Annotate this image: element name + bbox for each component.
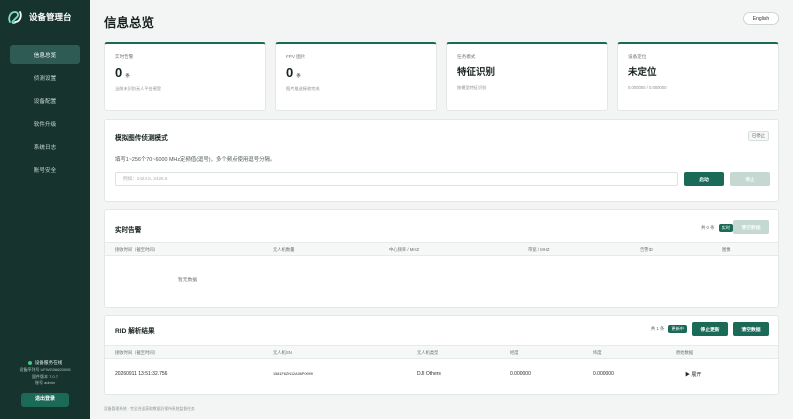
cell-latitude: 0.000000 — [593, 371, 614, 377]
cell-sn: 1581F6ZN12A06P0999 — [273, 372, 313, 376]
brand-logo-icon — [8, 11, 22, 24]
sidebar-item-overview[interactable]: 信息总览 — [10, 45, 80, 64]
column-header: 中心频率 / MHZ — [389, 247, 420, 252]
sidebar-item-system-log[interactable]: 系统日志 — [10, 137, 80, 156]
frequency-hint: 填写1~256个70~6000 MHz定频值(逗号)，多个频点使用逗号分隔。 — [115, 157, 276, 163]
column-header: 接收时间（截至时间） — [115, 247, 158, 252]
clear-rid-button[interactable]: 清空数据 — [733, 322, 769, 336]
service-status: 设备服务在线 — [0, 359, 90, 366]
alerts-card: 实时告警 共 0 条 实时 清空数据 接收时间（截至时间） 无人机数量 中心频率… — [104, 209, 779, 308]
stat-label: 任务模式 — [457, 54, 476, 59]
live-badge: 实时 — [718, 224, 733, 232]
status-badge: 已停止 — [747, 131, 769, 141]
sidebar-nav: 信息总览 侦测设置 设备配置 软件升级 系统日志 账号安全 — [0, 45, 90, 179]
column-header: 图像 — [722, 247, 731, 252]
expand-raw-toggle[interactable]: ▶ 展开 — [685, 371, 701, 378]
sidebar: 设备管理台 信息总览 侦测设置 设备配置 软件升级 系统日志 账号安全 设备服务… — [0, 0, 90, 419]
rid-table-header: 接收时间（截至时间） 无人机SN 无人机类型 经度 纬度 原始数据 — [105, 345, 778, 359]
stat-value: 特征识别 — [457, 67, 496, 78]
stat-subtext: 0.000000 / 0.000000 — [628, 84, 667, 90]
column-header: 原始数据 — [676, 350, 694, 355]
sidebar-item-device-config[interactable]: 设备配置 — [10, 91, 80, 110]
column-header: 纬度 — [593, 350, 602, 355]
alerts-table-header: 接收时间（截至时间） 无人机数量 中心频率 / MHZ 带宽 / MHZ 告警I… — [105, 242, 778, 256]
stat-label: 设备定位 — [628, 54, 647, 59]
cell-time: 20260911 13:51:32.756 — [115, 371, 168, 377]
updating-badge: 更新中 — [668, 325, 687, 333]
stop-update-button[interactable]: 停止更新 — [692, 322, 728, 336]
alerts-title: 实时告警 — [115, 227, 142, 234]
sim-mode-card: 模拟图传侦测模式 已停止 填写1~256个70~6000 MHz定频值(逗号)，… — [104, 119, 779, 202]
cell-longitude: 0.000000 — [510, 371, 531, 377]
stat-subtext: 按模型特征识别 — [457, 84, 487, 90]
column-header: 无人机数量 — [273, 247, 295, 252]
clear-alerts-button[interactable]: 清空数据 — [733, 220, 769, 234]
stat-value: 未定位 — [628, 67, 657, 78]
language-button[interactable]: English — [743, 12, 779, 25]
stat-label: 实时告警 — [115, 54, 134, 59]
stat-card-alerts: 实时告警 0条 当前未识别无人平台感受 — [104, 42, 266, 111]
service-status-label: 设备服务在线 — [34, 360, 63, 366]
alerts-meta: 共 0 条 实时 — [701, 224, 733, 232]
footer-note: 设备管理系统 · 完全合适获取数据仍保持系统监督任务 — [104, 407, 195, 411]
sidebar-item-detection-settings[interactable]: 侦测设置 — [10, 68, 80, 87]
logout-button[interactable]: 退出登录 — [21, 393, 69, 407]
stat-number: 0 — [115, 65, 123, 80]
brand: 设备管理台 — [0, 0, 90, 34]
page-title: 信息总览 — [104, 16, 155, 30]
column-header: 经度 — [510, 350, 519, 355]
column-header: 无人机类型 — [417, 350, 439, 355]
stat-subtext: 当前未识别无人平台感受 — [115, 86, 162, 91]
stat-number: 0 — [286, 65, 294, 80]
stat-value: 0条 — [286, 66, 426, 79]
frequency-input[interactable]: 例如：2424.5, 2425.5 — [115, 172, 678, 186]
rid-card: RID 解析结果 共 1 条 更新中 停止更新 清空数据 接收时间（截至时间） … — [104, 315, 779, 395]
sim-mode-title: 模拟图传侦测模式 — [115, 135, 168, 142]
stat-value: 0条 — [115, 66, 255, 79]
stat-card-fpv: FPV 图片 0条 图片推送接收完成 — [275, 42, 437, 111]
empty-state: 暂无数据 — [178, 278, 198, 283]
stat-label: FPV 图片 — [286, 54, 306, 59]
sidebar-item-software-upgrade[interactable]: 软件升级 — [10, 114, 80, 133]
rid-meta: 共 1 条 更新中 — [651, 325, 687, 333]
alerts-count: 共 0 条 — [700, 225, 715, 230]
stop-button[interactable]: 停止 — [730, 172, 770, 186]
column-header: 接收时间（截至时间） — [115, 350, 158, 355]
status-dot-icon — [27, 360, 32, 365]
app-title: 设备管理台 — [29, 12, 72, 22]
stat-subtext: 图片推送接收完成 — [286, 86, 320, 91]
stat-unit: 条 — [125, 73, 130, 78]
cell-type: DJI Others — [417, 371, 441, 377]
rid-count: 共 1 条 — [650, 326, 665, 331]
stat-card-location: 设备定位 未定位 0.000000 / 0.000000 — [617, 42, 779, 111]
column-header: 带宽 / MHZ — [528, 247, 550, 252]
rid-title: RID 解析结果 — [115, 328, 155, 335]
column-header: 无人机SN — [273, 350, 292, 355]
column-header: 告警ID — [640, 247, 653, 252]
account-user: 账号 admin — [34, 379, 55, 385]
start-button[interactable]: 启动 — [684, 172, 724, 186]
sidebar-footer: 设备服务在线 设备序列号 UFWG06620005 固件版本 7.0.7 账号 … — [0, 359, 90, 407]
sidebar-item-account-security[interactable]: 账号安全 — [10, 160, 80, 179]
stat-card-task-mode: 任务模式 特征识别 按模型特征识别 — [446, 42, 608, 111]
stat-unit: 条 — [296, 73, 301, 78]
